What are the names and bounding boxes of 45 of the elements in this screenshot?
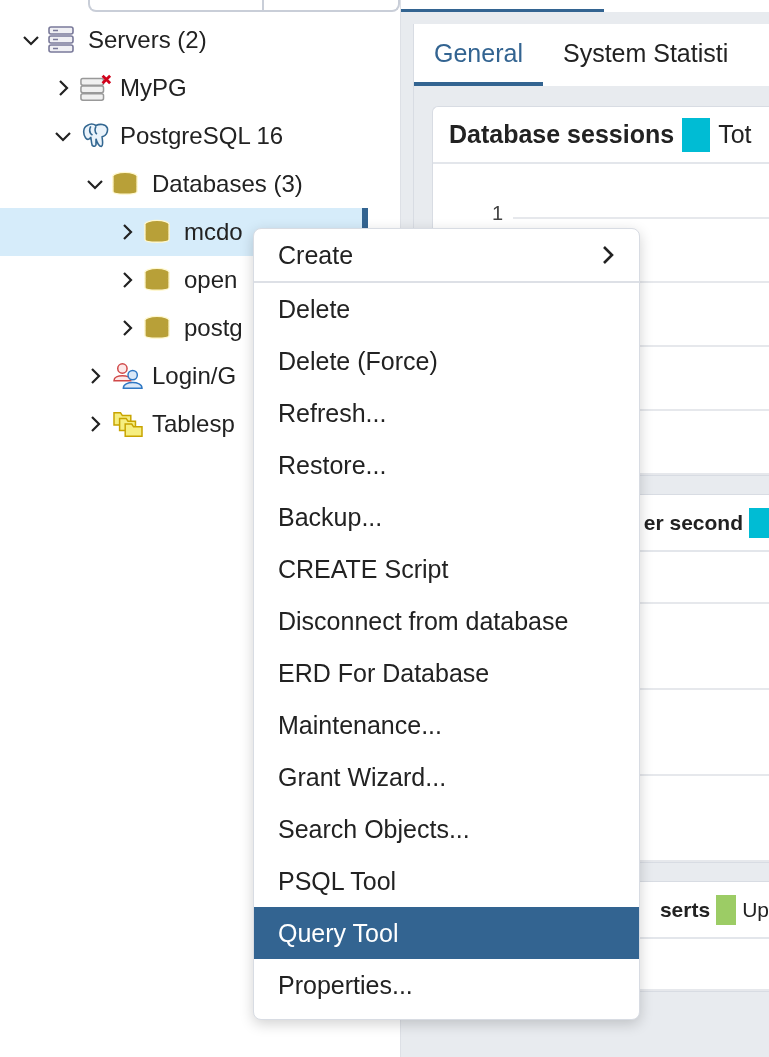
tree-item-label: PostgreSQL 16 — [120, 122, 284, 150]
menu-item[interactable]: PSQL Tool — [254, 855, 639, 907]
database-icon — [144, 266, 170, 294]
legend-label: Up — [742, 897, 769, 922]
chart-title: Database sessions — [449, 120, 675, 149]
menu-item[interactable]: Delete — [254, 283, 639, 335]
tree-item-label: Servers (2) — [88, 26, 207, 54]
chart-title: er second — [643, 510, 743, 535]
folders-icon — [112, 410, 144, 438]
users-icon — [112, 362, 144, 390]
chevron-right-icon — [601, 245, 615, 265]
dashboard-tab[interactable]: General — [414, 24, 543, 86]
dashboard-tab[interactable]: System Statisti — [542, 24, 749, 86]
database-icon — [144, 314, 170, 342]
tree-item[interactable]: Servers (2) — [0, 16, 368, 64]
tree-item[interactable]: Databases (3) — [0, 160, 368, 208]
menu-item[interactable]: CREATE Script — [254, 543, 639, 595]
server-stack-icon — [80, 74, 112, 102]
menu-item[interactable]: Restore... — [254, 439, 639, 491]
tree-item-label: Tablesp — [152, 410, 235, 438]
database-icon — [112, 170, 138, 198]
menu-item[interactable]: Delete (Force) — [254, 335, 639, 387]
menu-item[interactable]: Disconnect from database — [254, 595, 639, 647]
menu-item[interactable]: Backup... — [254, 491, 639, 543]
server-stack-icon — [48, 26, 74, 54]
database-icon — [144, 218, 170, 246]
tree-item-label: MyPG — [120, 74, 187, 102]
menu-item[interactable]: Query Tool — [254, 907, 639, 959]
tree-item-label: Databases (3) — [152, 170, 303, 198]
legend-label: Tot — [718, 120, 752, 149]
tree-item-label: mcdo — [184, 218, 243, 246]
menu-item[interactable]: Create — [254, 229, 639, 283]
tree-item[interactable]: PostgreSQL 16 — [0, 112, 368, 160]
chart-title: serts — [659, 897, 711, 922]
tree-item-label: postg — [184, 314, 243, 342]
menu-item[interactable]: Grant Wizard... — [254, 751, 639, 803]
tree-item-label: Login/G — [152, 362, 237, 390]
menu-item[interactable]: Search Objects... — [254, 803, 639, 855]
menu-item[interactable]: Properties... — [254, 959, 639, 1011]
menu-item[interactable]: Maintenance... — [254, 699, 639, 751]
menu-item[interactable]: ERD For Database — [254, 647, 639, 699]
tree-item[interactable]: MyPG — [0, 64, 368, 112]
tree-item-label: open — [184, 266, 238, 294]
axis-tick: 1 — [490, 202, 504, 225]
menu-item[interactable]: Refresh... — [254, 387, 639, 439]
